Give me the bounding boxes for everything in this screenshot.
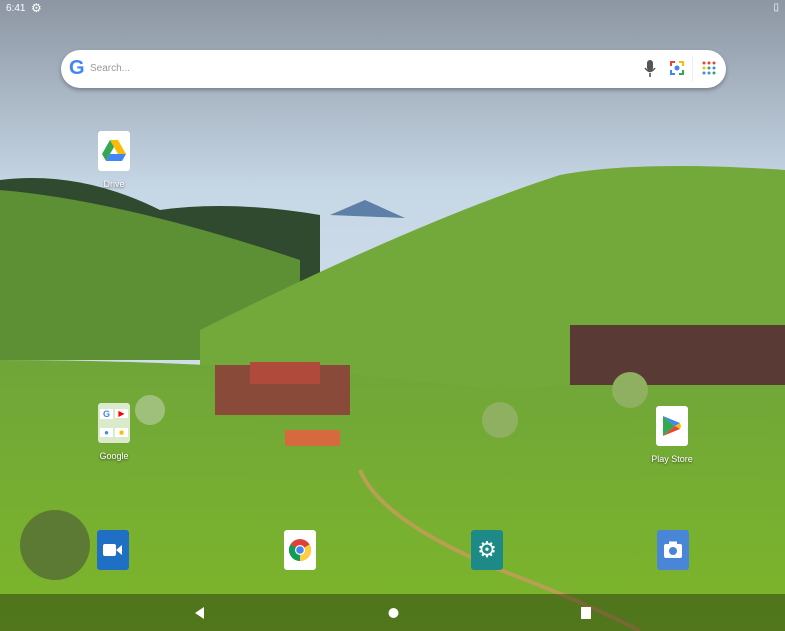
app-drive[interactable]: Drive xyxy=(84,131,144,189)
play-store-icon xyxy=(656,406,688,446)
camera-icon xyxy=(657,530,689,570)
status-bar: 6:41 ⚙ ▯ xyxy=(0,0,785,18)
chrome-icon xyxy=(284,530,316,570)
folder-google[interactable]: G ▶ ● ■ Google xyxy=(84,403,144,461)
drive-icon xyxy=(98,131,130,171)
dock-camera[interactable] xyxy=(643,530,703,570)
back-icon[interactable] xyxy=(195,606,205,624)
mic-icon[interactable] xyxy=(643,59,657,79)
video-camera-icon xyxy=(97,530,129,570)
dock-settings[interactable]: ⚙ xyxy=(457,530,517,570)
clock: 6:41 xyxy=(6,3,26,14)
app-label: Drive xyxy=(103,179,125,189)
app-label: Google xyxy=(99,451,129,461)
settings-icon: ⚙ xyxy=(471,530,503,570)
navigation-bar xyxy=(0,594,785,631)
battery-icon: ▯ xyxy=(773,2,779,13)
dock-video[interactable] xyxy=(83,530,143,570)
apps-grid-icon[interactable] xyxy=(701,60,717,76)
home-icon[interactable] xyxy=(388,606,399,624)
lens-icon[interactable] xyxy=(669,60,685,76)
app-play-store[interactable]: Play Store xyxy=(642,406,702,464)
app-label: Play Store xyxy=(651,454,693,464)
dock-chrome[interactable] xyxy=(270,530,330,570)
gear-icon: ⚙ xyxy=(31,1,42,15)
divider xyxy=(692,56,693,82)
recents-icon[interactable] xyxy=(581,606,591,624)
search-bar[interactable]: G Search... xyxy=(61,50,726,88)
search-input[interactable]: Search... xyxy=(90,63,130,74)
google-g-icon: G xyxy=(69,57,85,79)
google-folder-icon: G ▶ ● ■ xyxy=(98,403,130,443)
